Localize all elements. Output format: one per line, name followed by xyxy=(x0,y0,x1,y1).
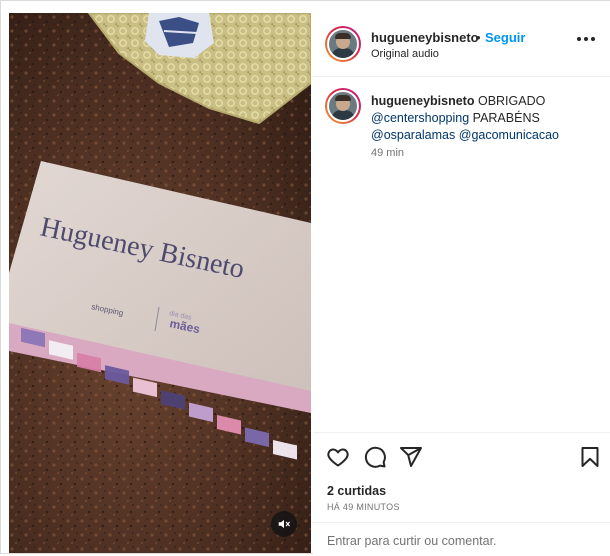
mute-button[interactable] xyxy=(271,511,297,537)
audio-link[interactable]: Original audio xyxy=(371,48,439,60)
post-video[interactable]: Hugueney Bisneto shopping dia das mães xyxy=(9,13,311,553)
like-button[interactable] xyxy=(326,445,350,469)
separator-dot: • xyxy=(476,30,481,45)
share-button[interactable] xyxy=(399,445,423,469)
post-header: hugueneybisneto • Seguir Original audio xyxy=(313,1,610,77)
post-timestamp: HÁ 49 MINUTOS xyxy=(327,502,400,512)
follow-button[interactable]: Seguir xyxy=(485,30,525,45)
speaker-muted-icon xyxy=(278,519,290,529)
heart-icon xyxy=(327,448,349,467)
mention-gacomunicacao[interactable]: @gacomunicacao xyxy=(459,128,559,142)
bookmark-icon xyxy=(581,447,599,467)
caption-text: OBRIGADO xyxy=(477,94,546,108)
caption-avatar[interactable] xyxy=(325,88,361,124)
post-details-panel: hugueneybisneto • Seguir Original audio … xyxy=(313,1,610,555)
comment-bar xyxy=(313,522,610,556)
author-avatar[interactable] xyxy=(325,26,361,62)
mention-osparalamas[interactable]: @osparalamas xyxy=(371,128,455,142)
comments-section: hugueneybisneto OBRIGADO @centershopping… xyxy=(313,78,610,432)
post-caption: hugueneybisneto OBRIGADO @centershopping… xyxy=(371,93,601,144)
caption-text-mid: PARABÉNS xyxy=(472,111,540,125)
save-button[interactable] xyxy=(578,445,602,469)
post-actions: 2 curtidas HÁ 49 MINUTOS xyxy=(313,432,610,555)
caption-time: 49 min xyxy=(371,147,405,159)
mention-centershopping[interactable]: @centershopping xyxy=(371,111,469,125)
comment-input[interactable] xyxy=(327,532,597,550)
more-options-icon[interactable] xyxy=(576,31,596,47)
video-frame: Hugueney Bisneto shopping dia das mães xyxy=(9,13,311,553)
instagram-post: Hugueney Bisneto shopping dia das mães h… xyxy=(0,0,610,555)
comment-button[interactable] xyxy=(363,445,387,469)
caption-username[interactable]: hugueneybisneto xyxy=(371,94,474,108)
comment-icon xyxy=(364,446,386,468)
author-username[interactable]: hugueneybisneto xyxy=(371,30,479,45)
likes-count[interactable]: 2 curtidas xyxy=(327,484,386,498)
share-icon xyxy=(400,447,422,467)
